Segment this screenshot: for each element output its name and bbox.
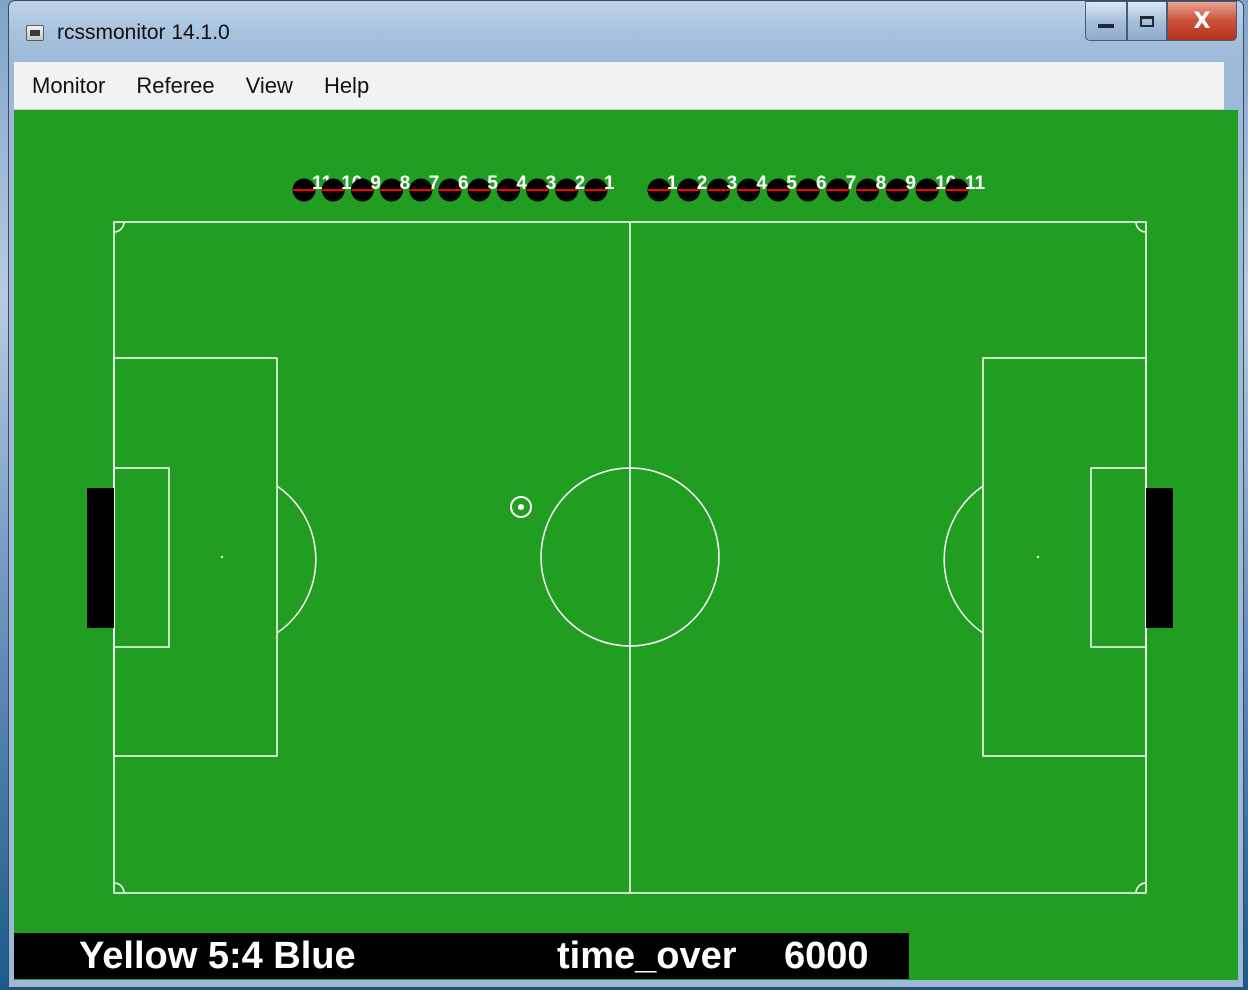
player-number: 7: [429, 173, 440, 194]
left-team-player-4[interactable]: 4: [496, 173, 528, 202]
right-team-player-7[interactable]: 7: [826, 173, 856, 202]
right-team-player-2[interactable]: 2: [677, 173, 707, 202]
player-number: 1: [604, 173, 615, 194]
player-number: 6: [816, 173, 827, 194]
player-number: 9: [905, 173, 916, 194]
soccer-field-canvas[interactable]: 11 10 9 8 7 6 5 4 3 2 1 1 2 3 4 5 6 7 8 9 10 11: [14, 110, 1238, 980]
player-number: 11: [965, 173, 986, 194]
window-title: rcssmonitor 14.1.0: [57, 21, 230, 44]
right-penalty-area: [982, 357, 1147, 757]
players-layer: 11 10 9 8 7 6 5 4 3 2 1 1 2 3 4 5 6 7 8 9 10 11: [292, 173, 986, 202]
left-team-player-7[interactable]: 7: [409, 173, 439, 202]
right-team-player-4[interactable]: 4: [736, 173, 768, 202]
right-team-player-6[interactable]: 6: [796, 173, 827, 202]
minimize-button[interactable]: [1085, 1, 1127, 41]
maximize-button[interactable]: [1127, 1, 1167, 41]
menu-referee[interactable]: Referee: [118, 73, 227, 99]
left-team-player-5[interactable]: 5: [467, 173, 499, 202]
right-penalty-arc: [943, 485, 984, 634]
player-number: 9: [370, 173, 381, 194]
game-time: 6000: [784, 935, 869, 977]
right-team-player-3[interactable]: 3: [707, 173, 737, 202]
right-team-player-5[interactable]: 5: [766, 173, 798, 202]
left-team-player-1[interactable]: 1: [584, 173, 616, 202]
left-penalty-area: [113, 357, 278, 757]
left-team-player-8[interactable]: 8: [380, 173, 410, 202]
ball-center: [518, 504, 524, 510]
left-team-player-2[interactable]: 2: [555, 173, 585, 202]
left-penalty-arc: [276, 485, 317, 634]
close-icon: X: [1193, 8, 1211, 34]
player-number: 5: [487, 173, 498, 194]
left-penalty-spot: [220, 555, 224, 559]
player-number: 4: [756, 173, 767, 194]
title-bar[interactable]: rcssmonitor 14.1.0 X: [9, 1, 1243, 63]
player-number: 6: [458, 173, 469, 194]
field-lines: [113, 221, 1147, 894]
scoreboard: Yellow 5:4 Blue time_over 6000: [14, 933, 909, 979]
player-number: 2: [575, 173, 586, 194]
left-goal: [87, 488, 114, 628]
player-number: 3: [727, 173, 738, 194]
left-goal-area: [113, 467, 170, 648]
team-score: Yellow 5:4 Blue: [79, 935, 356, 977]
player-number: 2: [697, 173, 708, 194]
menu-view[interactable]: View: [228, 73, 306, 99]
ball[interactable]: [510, 496, 532, 518]
right-goal-area: [1090, 467, 1147, 648]
right-team-player-9[interactable]: 9: [885, 173, 916, 202]
maximize-icon: [1140, 15, 1154, 27]
corner-arc-tl: [113, 221, 125, 233]
corner-arc-tr: [1135, 221, 1147, 233]
right-goal: [1146, 488, 1173, 628]
minimize-icon: [1098, 24, 1114, 28]
menu-monitor[interactable]: Monitor: [14, 73, 118, 99]
window-controls: X: [1085, 1, 1237, 41]
player-number: 8: [400, 173, 411, 194]
player-number: 7: [846, 173, 857, 194]
right-team-player-1[interactable]: 1: [647, 173, 679, 202]
left-team-player-6[interactable]: 6: [438, 173, 469, 202]
right-penalty-spot: [1036, 555, 1040, 559]
close-button[interactable]: X: [1167, 1, 1237, 41]
menu-help[interactable]: Help: [306, 73, 382, 99]
corner-arc-br: [1135, 882, 1147, 894]
player-number: 1: [667, 173, 678, 194]
playmode: time_over: [557, 935, 737, 977]
player-number: 4: [516, 173, 527, 194]
left-team-player-3[interactable]: 3: [526, 173, 556, 202]
player-number: 8: [876, 173, 887, 194]
right-team-player-8[interactable]: 8: [856, 173, 886, 202]
corner-arc-bl: [113, 882, 125, 894]
field-drawing: 11 10 9 8 7 6 5 4 3 2 1 1 2 3 4 5 6 7 8 9 10 11: [87, 173, 1173, 894]
app-icon[interactable]: [26, 25, 44, 41]
player-number: 3: [546, 173, 557, 194]
player-number: 5: [786, 173, 797, 194]
menu-bar: Monitor Referee View Help: [14, 62, 1224, 110]
